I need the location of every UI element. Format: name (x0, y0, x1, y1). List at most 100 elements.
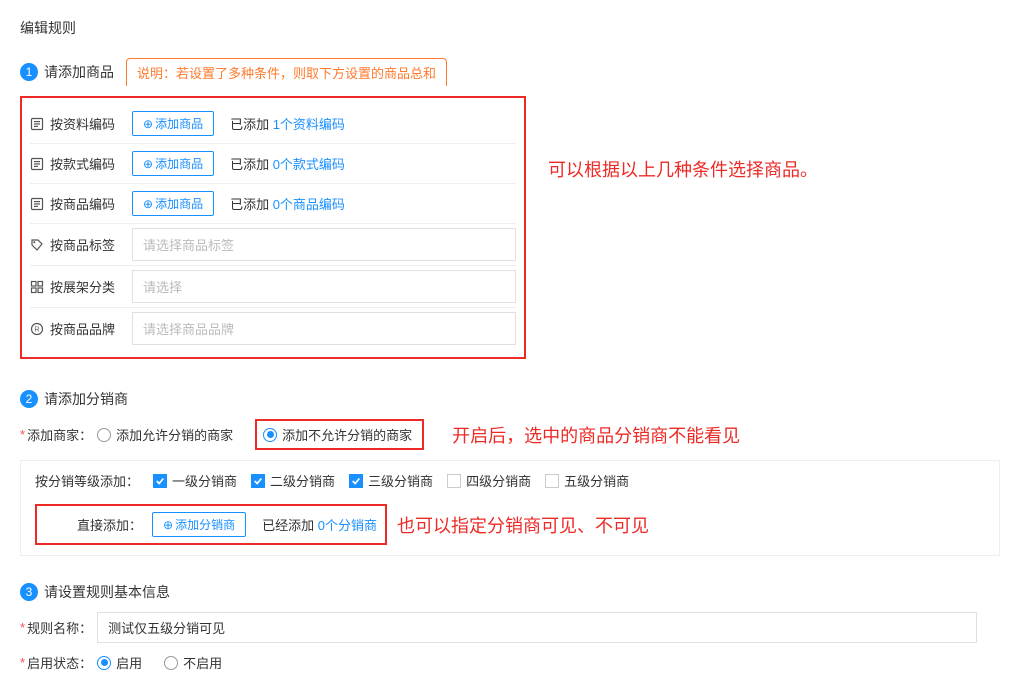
add-product-button-product[interactable]: ⊕ 添加商品 (132, 191, 214, 216)
step1-header: 1 请添加商品 说明：若设置了多种条件，则取下方设置的商品总和 (20, 58, 1000, 86)
rule-name-input[interactable] (97, 612, 977, 643)
display-category-select[interactable]: 请选择 (132, 270, 516, 303)
product-code-icon (30, 197, 44, 211)
material-code-icon (30, 117, 44, 131)
radio-icon (97, 428, 111, 442)
step3-badge: 3 (20, 583, 38, 601)
row-style-code: 按款式编码 ⊕ 添加商品 已添加 0个款式编码 (30, 144, 516, 184)
radio-allow-distribution[interactable]: 添加允许分销的商家 (97, 425, 233, 444)
row-product-tag: 按商品标签 请选择商品标签 (30, 224, 516, 266)
step2-title: 请添加分销商 (44, 389, 128, 409)
checkbox-label: 二级分销商 (270, 471, 335, 490)
added-link[interactable]: 0个分销商 (318, 518, 377, 533)
level-checkbox-3[interactable]: 三级分销商 (349, 471, 433, 490)
step2-header: 2 请添加分销商 (20, 389, 1000, 409)
checkbox-icon (153, 474, 167, 488)
added-text: 已添加 1个资料编码 (230, 114, 345, 133)
plus-icon: ⊕ (143, 197, 153, 211)
add-product-button-material[interactable]: ⊕ 添加商品 (132, 111, 214, 136)
radio-label: 添加允许分销的商家 (116, 425, 233, 444)
checkbox-icon (545, 474, 559, 488)
annotation-box-2: 添加不允许分销的商家 (255, 419, 424, 450)
add-product-button-style[interactable]: ⊕ 添加商品 (132, 151, 214, 176)
registered-icon: R (30, 322, 44, 336)
radio-icon (263, 428, 277, 442)
checkbox-icon (349, 474, 363, 488)
row-material-code: 按资料编码 ⊕ 添加商品 已添加 1个资料编码 (30, 104, 516, 144)
radio-label: 启用 (116, 653, 142, 672)
button-label: 添加商品 (155, 195, 203, 212)
annotation-box-1: 按资料编码 ⊕ 添加商品 已添加 1个资料编码 按款 (20, 96, 526, 359)
checkbox-label: 四级分销商 (466, 471, 531, 490)
checkbox-label: 一级分销商 (172, 471, 237, 490)
rule-name-label: 规则名称： (27, 618, 97, 637)
level-checkbox-1[interactable]: 一级分销商 (153, 471, 237, 490)
plus-icon: ⊕ (143, 117, 153, 131)
row-label: 按展架分类 (50, 277, 115, 296)
added-prefix: 已添加 (230, 197, 273, 212)
plus-icon: ⊕ (143, 157, 153, 171)
distributor-panel: 按分销等级添加： 一级分销商 二级分销商 三级分销商 四级分销商 五级分销商 (20, 460, 1000, 556)
added-prefix: 已添加 (230, 157, 273, 172)
added-link[interactable]: 1个资料编码 (273, 117, 345, 132)
level-add-label: 按分销等级添加： (35, 471, 139, 490)
checkbox-label: 三级分销商 (368, 471, 433, 490)
grid-icon (30, 280, 44, 294)
step2-badge: 2 (20, 390, 38, 408)
radio-label: 不启用 (183, 653, 222, 672)
level-checkbox-4[interactable]: 四级分销商 (447, 471, 531, 490)
add-distributor-button[interactable]: ⊕ 添加分销商 (152, 512, 246, 537)
row-label: 按资料编码 (50, 114, 115, 133)
required-asterisk: * (20, 655, 25, 670)
radio-disable[interactable]: 不启用 (164, 653, 222, 672)
row-product-brand: R 按商品品牌 请选择商品品牌 (30, 308, 516, 349)
required-asterisk: * (20, 427, 25, 442)
page-title: 编辑规则 (20, 18, 1000, 38)
added-link[interactable]: 0个商品编码 (273, 197, 345, 212)
required-asterisk: * (20, 620, 25, 635)
added-link[interactable]: 0个款式编码 (273, 157, 345, 172)
level-checkbox-2[interactable]: 二级分销商 (251, 471, 335, 490)
checkbox-label: 五级分销商 (564, 471, 629, 490)
direct-added-text: 已经添加 0个分销商 (262, 515, 377, 534)
merchant-label: 添加商家： (27, 425, 97, 444)
annotation-right-1: 可以根据以上几种条件选择商品。 (548, 156, 818, 182)
added-text: 已添加 0个款式编码 (230, 154, 345, 173)
row-label: 按商品品牌 (50, 319, 115, 338)
plus-icon: ⊕ (163, 518, 173, 532)
product-tag-select[interactable]: 请选择商品标签 (132, 228, 516, 261)
radio-label: 添加不允许分销的商家 (282, 425, 412, 444)
radio-enable[interactable]: 启用 (97, 653, 142, 672)
style-code-icon (30, 157, 44, 171)
annotation-box-3: 直接添加： ⊕ 添加分销商 已经添加 0个分销商 (35, 504, 387, 545)
row-label: 按商品标签 (50, 235, 115, 254)
step3-title: 请设置规则基本信息 (44, 582, 170, 602)
direct-add-label: 直接添加： (77, 515, 142, 534)
added-text: 已添加 0个商品编码 (230, 194, 345, 213)
added-prefix: 已经添加 (262, 518, 318, 533)
button-label: 添加分销商 (175, 516, 235, 533)
tag-icon (30, 238, 44, 252)
added-prefix: 已添加 (230, 117, 273, 132)
checkbox-icon (447, 474, 461, 488)
level-checkbox-5[interactable]: 五级分销商 (545, 471, 629, 490)
step1-badge: 1 (20, 63, 38, 81)
step3-header: 3 请设置规则基本信息 (20, 582, 1000, 602)
annotation-inline-2: 也可以指定分销商可见、不可见 (397, 512, 649, 538)
step1-note: 说明：若设置了多种条件，则取下方设置的商品总和 (126, 58, 447, 86)
radio-icon (97, 656, 111, 670)
radio-icon (164, 656, 178, 670)
row-display-category: 按展架分类 请选择 (30, 266, 516, 308)
row-product-code: 按商品编码 ⊕ 添加商品 已添加 0个商品编码 (30, 184, 516, 224)
button-label: 添加商品 (155, 115, 203, 132)
svg-text:R: R (34, 326, 39, 333)
checkbox-icon (251, 474, 265, 488)
step1-title: 请添加商品 (44, 62, 114, 82)
annotation-inline-1: 开启后，选中的商品分销商不能看见 (452, 422, 740, 448)
enable-status-label: 启用状态： (27, 653, 97, 672)
row-label: 按款式编码 (50, 154, 115, 173)
radio-disallow-distribution[interactable]: 添加不允许分销的商家 (263, 425, 412, 444)
button-label: 添加商品 (155, 155, 203, 172)
product-brand-select[interactable]: 请选择商品品牌 (132, 312, 516, 345)
row-label: 按商品编码 (50, 194, 115, 213)
